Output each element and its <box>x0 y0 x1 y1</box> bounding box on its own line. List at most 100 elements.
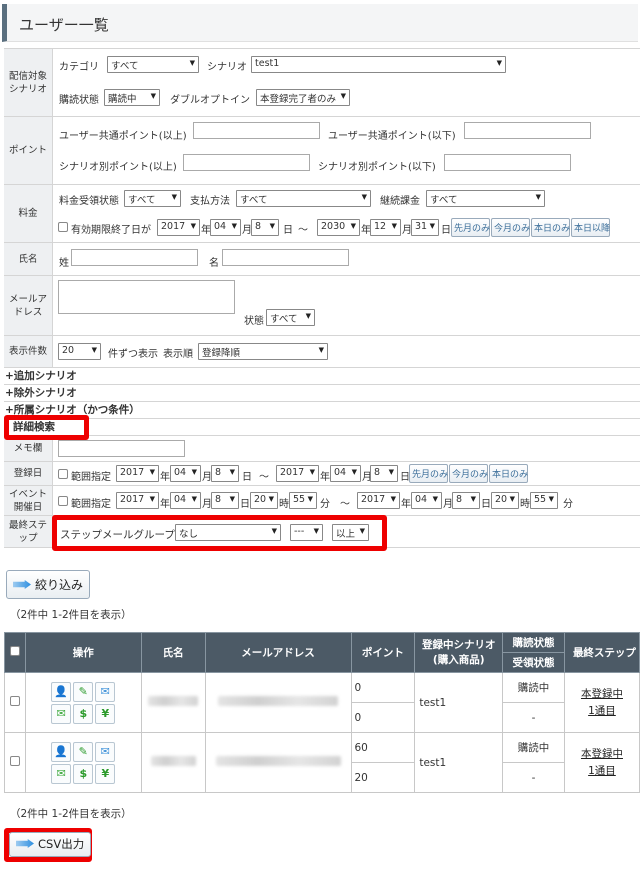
op-cell: 👤 ✎ ✉ ✉ $ ¥ <box>24 732 142 793</box>
mail-textarea[interactable] <box>58 280 235 314</box>
scenario-min-input[interactable] <box>183 154 310 171</box>
row-point: ポイント ユーザー共通ポイント(以上) ユーザー共通ポイント(以下) シナリオ別… <box>4 117 640 185</box>
belong-scenario-toggle[interactable]: +所属シナリオ（かつ条件） <box>4 402 640 419</box>
yen-icon[interactable]: ¥ <box>95 703 116 724</box>
expiry-to-month[interactable]: 12 <box>370 219 401 236</box>
detail-search-toggle[interactable]: - 詳細検索 <box>4 419 640 436</box>
ev-to-month[interactable]: 04 <box>411 492 442 509</box>
profile-icon[interactable]: 👤 <box>51 681 72 702</box>
ev-to-hour[interactable]: 20 <box>491 492 519 509</box>
last-step-cell: 本登録中 1通目 <box>563 672 640 733</box>
row-memo: メモ欄 <box>4 436 640 462</box>
mail-icon[interactable]: ✉ <box>51 703 72 724</box>
tilde-text: ～ <box>340 499 350 510</box>
edit-icon[interactable]: ✎ <box>73 681 94 702</box>
table-row: 👤 ✎ ✉ ✉ $ ¥ 0 test1 購読中 本登録中 1通目 <box>4 672 640 733</box>
add-scenario-toggle[interactable]: +追加シナリオ <box>4 368 640 385</box>
mail-status-select[interactable]: すべて <box>266 309 315 326</box>
reg-to-month[interactable]: 04 <box>330 465 361 482</box>
reg-to-day[interactable]: 8 <box>370 465 398 482</box>
method-select[interactable]: すべて <box>236 190 371 207</box>
first-name-input[interactable] <box>222 249 349 266</box>
category-select[interactable]: すべて <box>107 56 199 73</box>
row-checkbox[interactable] <box>9 756 20 766</box>
common-max-input[interactable] <box>464 122 591 139</box>
select-all-header <box>4 632 26 673</box>
ev-to-year[interactable]: 2017 <box>357 492 400 509</box>
expiry-from-day[interactable]: 8 <box>251 219 279 236</box>
reg-today-button[interactable]: 本日のみ <box>489 464 528 483</box>
event-range-checkbox[interactable] <box>58 496 68 506</box>
dollar-icon[interactable]: $ <box>73 703 94 724</box>
point-cell: 60 <box>350 732 416 763</box>
last-name-input[interactable] <box>71 249 198 266</box>
row-fee: 料金 料金受領状態 すべて 支払方法 すべて 継続課金 すべて 有効期限終了日が… <box>4 185 640 243</box>
expiry-to-year[interactable]: 2030 <box>317 219 360 236</box>
expiry-from-year[interactable]: 2017 <box>157 219 200 236</box>
yen-icon[interactable]: ¥ <box>95 763 116 784</box>
subscribe-select[interactable]: 購読中 <box>104 89 160 106</box>
last-step-link-2[interactable]: 1通目 <box>588 765 616 777</box>
ev-to-day[interactable]: 8 <box>452 492 480 509</box>
row-checkbox-cell <box>4 672 26 733</box>
common-min-input[interactable] <box>193 122 320 139</box>
reg-this-month-button[interactable]: 今月のみ <box>449 464 488 483</box>
doubleoptin-select[interactable]: 本登録完了者のみ <box>256 89 350 106</box>
reg-last-month-button[interactable]: 先月のみ <box>409 464 448 483</box>
dollar-icon[interactable]: $ <box>73 763 94 784</box>
recurring-select[interactable]: すべて <box>426 190 545 207</box>
ev-from-hour[interactable]: 20 <box>250 492 278 509</box>
last-step-link-2[interactable]: 1通目 <box>588 705 616 717</box>
scenario-min-label: シナリオ別ポイント(以上) <box>59 162 177 173</box>
day-text: 日 <box>481 499 491 510</box>
ev-from-day[interactable]: 8 <box>211 492 239 509</box>
memo-input[interactable] <box>58 440 185 457</box>
point-cell: 20 <box>350 762 416 793</box>
receive-select[interactable]: すべて <box>124 190 181 207</box>
row-register-date: 登録日 範囲指定 2017 年 04 月 8 日 ～ 2017 年 04 月 8… <box>4 462 640 486</box>
mail-icon[interactable]: ✉ <box>95 681 116 702</box>
last-step-link[interactable]: 本登録中 <box>581 748 623 760</box>
last-step-link[interactable]: 本登録中 <box>581 688 623 700</box>
order-select[interactable]: 登録降順 <box>198 343 328 360</box>
profile-icon[interactable]: 👤 <box>51 741 72 762</box>
filter-button[interactable]: 絞り込み <box>6 570 91 599</box>
first-name-label: 名 <box>209 258 219 269</box>
day-text: 日 <box>240 499 250 510</box>
exclude-scenario-toggle[interactable]: +除外シナリオ <box>4 385 640 402</box>
csv-export-button[interactable]: CSV出力 <box>9 832 92 857</box>
common-max-label: ユーザー共通ポイント(以下) <box>328 131 456 142</box>
fee-after-today-button[interactable]: 本日以降 <box>571 218 610 237</box>
delivery-label: 配信対象 シナリオ <box>4 49 53 116</box>
register-range-checkbox[interactable] <box>58 469 68 479</box>
fee-this-month-button[interactable]: 今月のみ <box>491 218 530 237</box>
fee-today-button[interactable]: 本日のみ <box>531 218 570 237</box>
mail-icon[interactable]: ✉ <box>95 741 116 762</box>
arrow-icon <box>13 580 31 589</box>
doubleoptin-label: ダブルオプトイン <box>170 95 250 106</box>
reg-from-month[interactable]: 04 <box>170 465 201 482</box>
table-row: 👤 ✎ ✉ ✉ $ ¥ 60 test1 購読中 本登録中 1通目 <box>4 732 640 793</box>
mail-icon[interactable]: ✉ <box>51 763 72 784</box>
expiry-to-day[interactable]: 31 <box>411 219 439 236</box>
reg-to-year[interactable]: 2017 <box>276 465 319 482</box>
year-text: 年 <box>160 499 170 510</box>
scenario-select[interactable]: test1 <box>251 56 506 73</box>
scenario-max-input[interactable] <box>444 154 571 171</box>
reg-from-day[interactable]: 8 <box>211 465 239 482</box>
scenario-cell: test1 <box>414 672 504 733</box>
expiry-from-month[interactable]: 04 <box>210 219 241 236</box>
fee-last-month-button[interactable]: 先月のみ <box>451 218 490 237</box>
edit-icon[interactable]: ✎ <box>73 741 94 762</box>
ev-from-month[interactable]: 04 <box>170 492 201 509</box>
expiry-checkbox[interactable] <box>58 222 68 232</box>
reg-from-year[interactable]: 2017 <box>116 465 159 482</box>
filter-button-label: 絞り込み <box>35 578 84 592</box>
display-count-select[interactable]: 20 <box>58 343 101 360</box>
ev-to-minute[interactable]: 55 <box>530 492 558 509</box>
search-form: 配信対象 シナリオ カテゴリ すべて シナリオ test1 購読状態 購読中 ダ… <box>4 48 640 548</box>
ev-from-year[interactable]: 2017 <box>116 492 159 509</box>
select-all-checkbox[interactable] <box>9 646 20 656</box>
row-checkbox[interactable] <box>9 696 20 706</box>
ev-from-minute[interactable]: 55 <box>289 492 317 509</box>
